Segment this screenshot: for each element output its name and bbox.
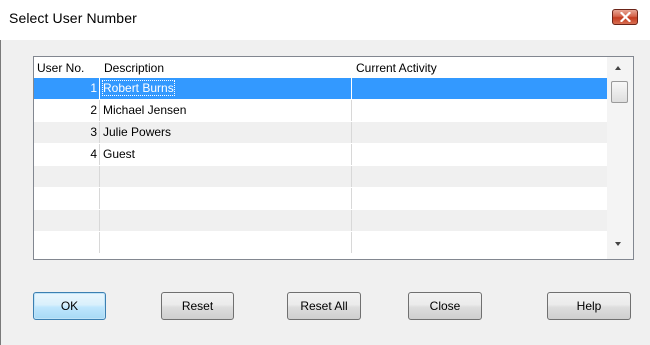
description-cell[interactable]: Robert Burns (100, 78, 352, 99)
current-activity-cell[interactable] (352, 210, 607, 231)
current-activity-cell[interactable] (352, 100, 607, 121)
scroll-up-arrow-icon[interactable] (615, 66, 621, 70)
table-row[interactable] (34, 188, 607, 210)
close-button[interactable]: Close (408, 292, 482, 320)
description-cell[interactable]: Michael Jensen (100, 100, 352, 121)
table-row[interactable]: 4 Guest (34, 144, 607, 166)
reset-button[interactable]: Reset (161, 292, 234, 320)
user-grid[interactable]: User No. Description Current Activity 1R… (33, 56, 634, 260)
description-cell[interactable]: Guest (100, 144, 352, 165)
reset-all-button[interactable]: Reset All (287, 292, 361, 320)
current-activity-cell[interactable] (352, 144, 607, 165)
column-header-user-no[interactable]: User No. (37, 61, 84, 75)
select-user-number-dialog: Select User Number User No. Description … (0, 0, 650, 345)
description-text: Robert Burns (102, 80, 175, 96)
table-row[interactable] (34, 232, 607, 254)
help-button[interactable]: Help (547, 292, 631, 320)
close-icon (620, 12, 631, 22)
ok-button[interactable]: OK (33, 292, 106, 320)
scroll-thumb[interactable] (611, 81, 628, 103)
description-cell[interactable] (100, 188, 352, 209)
current-activity-cell[interactable] (352, 232, 607, 253)
current-activity-cell[interactable] (352, 122, 607, 143)
user-no-cell[interactable] (34, 210, 100, 231)
description-text: Guest (103, 147, 136, 161)
grid-header: User No. Description Current Activity (34, 57, 607, 78)
table-row[interactable] (34, 210, 607, 232)
user-no-cell[interactable]: 4 (34, 144, 100, 165)
window-title: Select User Number (9, 10, 137, 26)
title-bar: Select User Number (0, 0, 650, 40)
column-header-current-activity[interactable]: Current Activity (356, 61, 437, 75)
description-text: Michael Jensen (103, 103, 187, 117)
user-no-cell[interactable] (34, 232, 100, 253)
user-no-cell[interactable] (34, 166, 100, 187)
description-cell[interactable] (100, 166, 352, 187)
table-row[interactable]: 3 Julie Powers (34, 122, 607, 144)
column-header-description[interactable]: Description (104, 61, 164, 75)
user-no-cell[interactable]: 3 (34, 122, 100, 143)
user-no-cell[interactable]: 2 (34, 100, 100, 121)
vertical-scrollbar[interactable] (607, 57, 633, 259)
description-cell[interactable] (100, 232, 352, 253)
description-text: Julie Powers (103, 125, 172, 139)
table-row[interactable]: 2 Michael Jensen (34, 100, 607, 122)
current-activity-cell[interactable] (352, 188, 607, 209)
user-no-cell[interactable] (34, 188, 100, 209)
current-activity-cell[interactable] (352, 166, 607, 187)
description-cell[interactable]: Julie Powers (100, 122, 352, 143)
scroll-down-arrow-icon[interactable] (615, 242, 621, 246)
grid-body: 1 Robert Burns 2 Michael Jensen 3 Julie Power… (34, 78, 607, 260)
table-row[interactable]: 1 Robert Burns (34, 78, 607, 100)
current-activity-cell[interactable] (352, 78, 607, 99)
close-window-button[interactable] (612, 9, 638, 25)
description-cell[interactable] (100, 210, 352, 231)
table-row[interactable] (34, 166, 607, 188)
user-no-cell[interactable]: 1 (34, 78, 100, 99)
